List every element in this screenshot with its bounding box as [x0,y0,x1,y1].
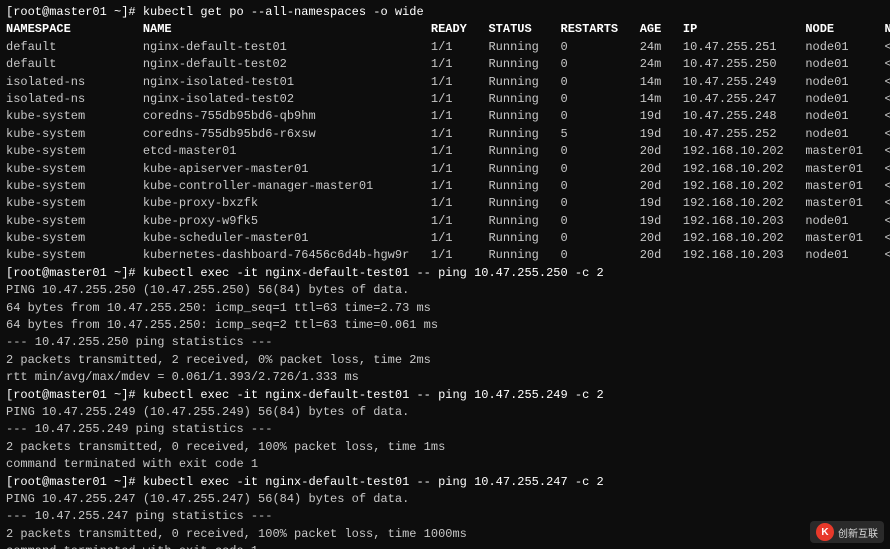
terminal-line: [root@master01 ~]# kubectl exec -it ngin… [6,387,884,404]
terminal-line: 64 bytes from 10.47.255.250: icmp_seq=1 … [6,300,884,317]
terminal-line: isolated-ns nginx-isolated-test02 1/1 Ru… [6,91,884,108]
terminal-line: kube-system coredns-755db95bd6-qb9hm 1/1… [6,108,884,125]
terminal-line: rtt min/avg/max/mdev = 0.061/1.393/2.726… [6,369,884,386]
terminal-line: kube-system coredns-755db95bd6-r6xsw 1/1… [6,126,884,143]
watermark: K 创新互联 [810,521,884,543]
terminal-line: kube-system kube-controller-manager-mast… [6,178,884,195]
terminal-line: kube-system etcd-master01 1/1 Running 0 … [6,143,884,160]
terminal-line: --- 10.47.255.247 ping statistics --- [6,508,884,525]
terminal-line: --- 10.47.255.249 ping statistics --- [6,421,884,438]
terminal-line: 2 packets transmitted, 0 received, 100% … [6,439,884,456]
watermark-icon: K [816,523,834,541]
terminal-line: --- 10.47.255.250 ping statistics --- [6,334,884,351]
terminal-line: kube-system kubernetes-dashboard-76456c6… [6,247,884,264]
terminal-line: kube-system kube-apiserver-master01 1/1 … [6,161,884,178]
terminal-line: command terminated with exit code 1 [6,543,884,549]
terminal-line: kube-system kube-scheduler-master01 1/1 … [6,230,884,247]
terminal-window: [root@master01 ~]# kubectl get po --all-… [0,0,890,549]
terminal-line: default nginx-default-test01 1/1 Running… [6,39,884,56]
terminal-line: [root@master01 ~]# kubectl exec -it ngin… [6,474,884,491]
terminal-line: PING 10.47.255.250 (10.47.255.250) 56(84… [6,282,884,299]
terminal-line: 64 bytes from 10.47.255.250: icmp_seq=2 … [6,317,884,334]
terminal-line: [root@master01 ~]# kubectl exec -it ngin… [6,265,884,282]
terminal-line: 2 packets transmitted, 2 received, 0% pa… [6,352,884,369]
watermark-text: 创新互联 [838,525,878,540]
terminal-line: isolated-ns nginx-isolated-test01 1/1 Ru… [6,74,884,91]
terminal-line: default nginx-default-test02 1/1 Running… [6,56,884,73]
terminal-line: PING 10.47.255.249 (10.47.255.249) 56(84… [6,404,884,421]
terminal-line: NAMESPACE NAME READY STATUS RESTARTS AGE… [6,21,884,38]
terminal-line: [root@master01 ~]# kubectl get po --all-… [6,4,884,21]
terminal-line: command terminated with exit code 1 [6,456,884,473]
terminal-line: kube-system kube-proxy-bxzfk 1/1 Running… [6,195,884,212]
terminal-output: [root@master01 ~]# kubectl get po --all-… [6,4,884,549]
terminal-line: PING 10.47.255.247 (10.47.255.247) 56(84… [6,491,884,508]
terminal-line: 2 packets transmitted, 0 received, 100% … [6,526,884,543]
terminal-line: kube-system kube-proxy-w9fk5 1/1 Running… [6,213,884,230]
